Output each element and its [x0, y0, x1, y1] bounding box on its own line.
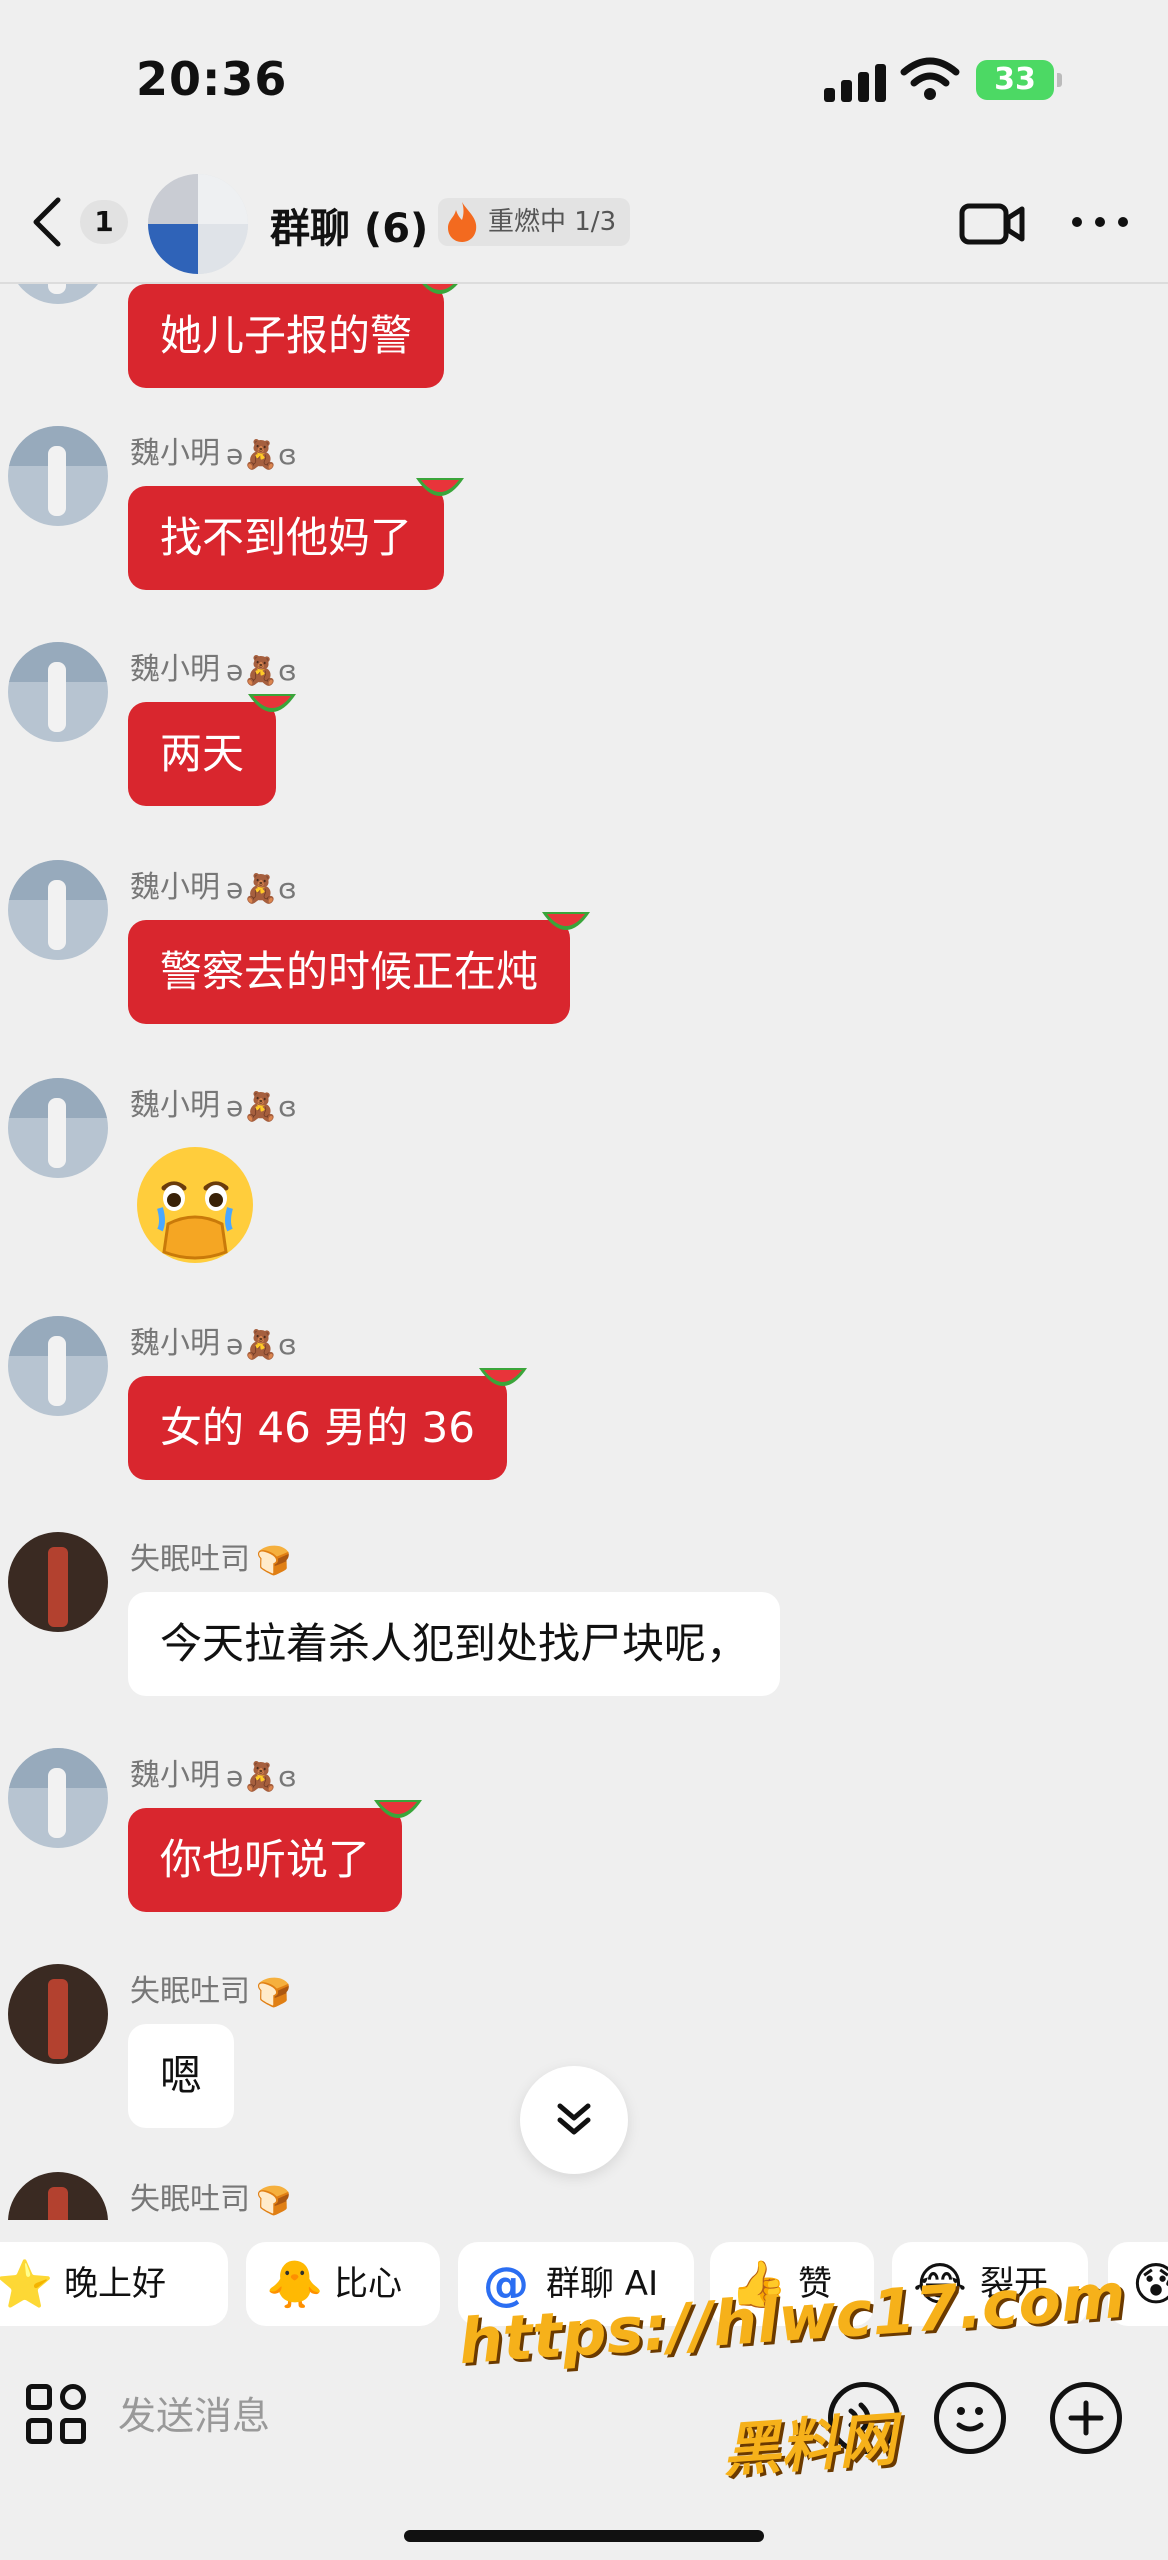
emoji-icon: 😰 [1132, 2257, 1168, 2311]
reignite-badge-label: 重燃中 1/3 [488, 207, 617, 237]
avatar[interactable] [8, 1316, 108, 1416]
message-bubble[interactable]: 找不到他妈了 [128, 478, 465, 590]
video-call-icon[interactable] [958, 200, 1028, 248]
fire-icon [448, 202, 477, 242]
quick-reply-chip[interactable]: ⭐ 晚上好 [0, 2242, 228, 2326]
sender-name: 失眠吐司 🍞 [130, 2182, 291, 2217]
watermelon-icon [478, 1368, 527, 1386]
group-avatar[interactable] [148, 174, 248, 274]
message-bubble[interactable]: 警察去的时候正在炖 [128, 912, 591, 1024]
emoji-button[interactable] [934, 2382, 1006, 2454]
message-text: 她儿子报的警 [160, 311, 413, 360]
watermelon-icon [542, 912, 591, 930]
message-input[interactable] [96, 2366, 716, 2466]
back-arrow-icon[interactable] [22, 190, 72, 254]
sender-name: 失眠吐司 🍞 [130, 1974, 291, 2009]
avatar[interactable] [8, 1748, 108, 1848]
plus-icon [1068, 2400, 1104, 2436]
group-title[interactable]: 群聊 (6) [270, 196, 428, 254]
avatar[interactable] [8, 1964, 108, 2064]
more-options-icon[interactable] [1070, 212, 1130, 232]
scroll-to-bottom-button[interactable] [520, 2066, 628, 2174]
message-bubble[interactable]: 今天拉着杀人犯到处找尸块呢， [128, 1592, 781, 1696]
avatar[interactable] [8, 1532, 108, 1632]
watermelon-icon [422, 284, 458, 294]
avatar[interactable] [8, 284, 108, 304]
add-button[interactable] [1050, 2382, 1122, 2454]
message-text: 找不到他妈了 [160, 513, 413, 562]
quick-reply-chip[interactable]: 🐥 比心 [246, 2242, 440, 2326]
home-indicator [404, 2530, 764, 2542]
message-input-bar [0, 2352, 1168, 2480]
chick-icon: 🐥 [266, 2257, 324, 2311]
avatar[interactable] [8, 2172, 108, 2220]
avatar[interactable] [8, 642, 108, 742]
watermelon-icon [416, 478, 465, 496]
apps-grid-icon[interactable] [26, 2384, 88, 2446]
avatar[interactable] [8, 1078, 108, 1178]
wifi-icon [900, 57, 960, 100]
message-text: 两天 [160, 729, 245, 778]
message-bubble[interactable]: 女的 46 男的 36 [128, 1368, 527, 1480]
sender-name: 魏小明 ə🧸ɞ [130, 1088, 297, 1123]
battery-icon: 33 [976, 60, 1062, 100]
message-text: 你也听说了 [160, 1835, 371, 1884]
chat-header: 1 群聊 (6) 重燃中 1/3 [0, 160, 1168, 284]
message-list[interactable]: 她儿子报的警 魏小明 ə🧸ɞ 找不到他妈了 魏小明 ə🧸ɞ 两天 魏小明 ə🧸ɞ 警察… [0, 284, 1168, 2220]
avatar[interactable] [8, 426, 108, 526]
message-text: 警察去的时候正在炖 [160, 947, 539, 996]
sender-name: 失眠吐司 🍞 [130, 1542, 291, 1577]
status-time: 20:36 [136, 52, 288, 106]
message-bubble[interactable]: 嗯 [128, 2024, 235, 2128]
watermelon-icon [248, 694, 297, 712]
crying-face-emoji-icon[interactable] [130, 1140, 260, 1270]
unread-count-badge: 1 [80, 200, 128, 244]
message-bubble[interactable]: 她儿子报的警 [128, 284, 458, 388]
avatar[interactable] [8, 860, 108, 960]
watermelon-icon [374, 1800, 423, 1818]
watermark-name: 黑料网 [720, 2405, 899, 2485]
sender-name: 魏小明 ə🧸ɞ [130, 1326, 297, 1361]
star-icon: ⭐ [0, 2257, 54, 2311]
message-text: 今天拉着杀人犯到处找尸块呢， [160, 1619, 749, 1668]
message-bubble[interactable]: 你也听说了 [128, 1800, 423, 1912]
smiley-icon [956, 2407, 984, 2432]
status-bar: 20:36 33 [0, 0, 1168, 160]
sender-name: 魏小明 ə🧸ɞ [130, 1758, 297, 1793]
sender-name: 魏小明 ə🧸ɞ [130, 436, 297, 471]
sender-name: 魏小明 ə🧸ɞ [130, 652, 297, 687]
message-bubble[interactable]: 两天 [128, 694, 297, 806]
sender-name: 魏小明 ə🧸ɞ [130, 870, 297, 905]
message-text: 嗯 [160, 2051, 203, 2100]
double-chevron-down-icon [557, 2103, 591, 2135]
message-text: 女的 46 男的 36 [160, 1403, 475, 1452]
reignite-badge[interactable]: 重燃中 1/3 [438, 198, 631, 246]
cellular-signal-icon [824, 62, 888, 102]
